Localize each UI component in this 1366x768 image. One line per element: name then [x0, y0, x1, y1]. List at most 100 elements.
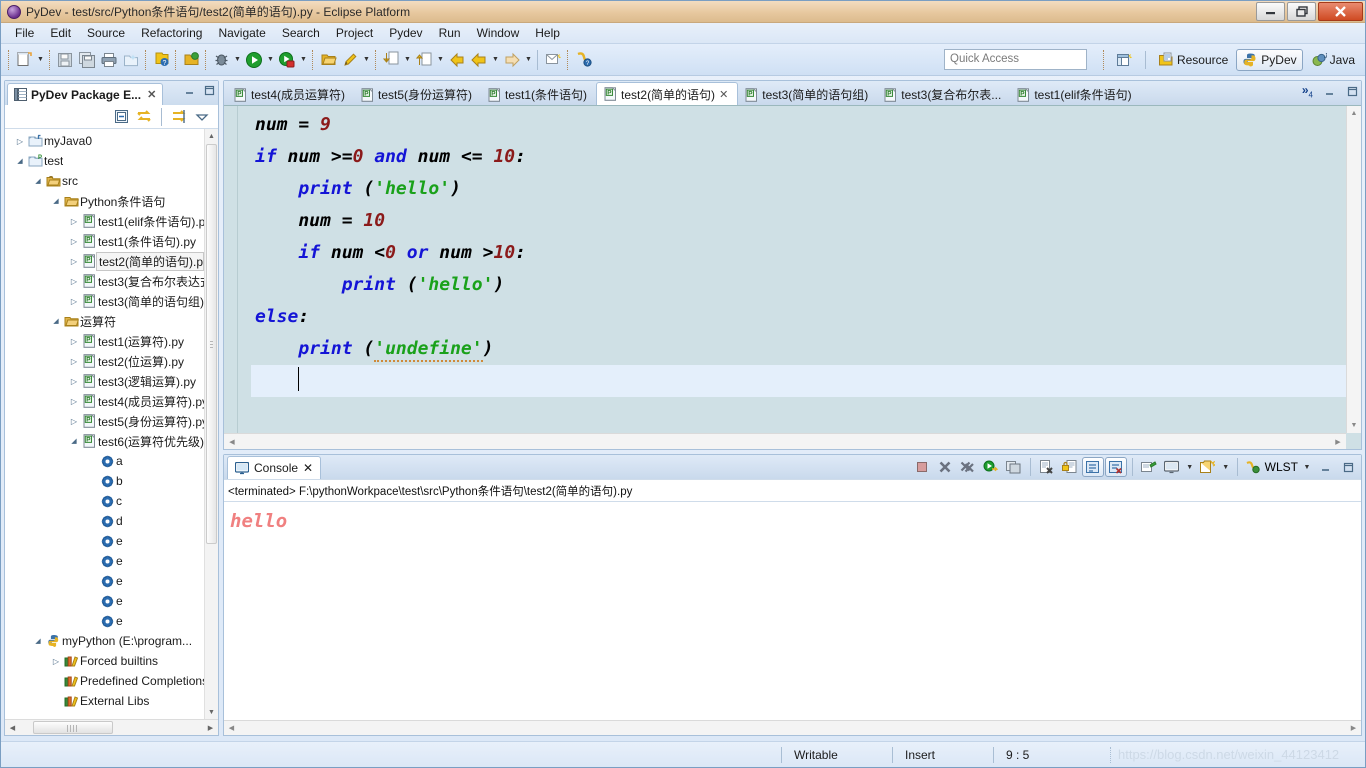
save-icon[interactable] — [54, 49, 76, 71]
tree-item[interactable]: ▷ Ptest5(身份运算符).py — [5, 411, 204, 431]
pencil-dropdown-arrow[interactable]: ▼ — [361, 49, 372, 71]
tree-item[interactable]: ▷ Ptest3(复合布尔表达式).py — [5, 271, 204, 291]
remove-launch-icon[interactable] — [934, 457, 956, 477]
tree-item[interactable]: External Libs — [5, 691, 204, 711]
scroll-right-arrow[interactable]: ▶ — [1346, 724, 1361, 732]
open-type-icon[interactable] — [180, 49, 202, 71]
tab-console[interactable]: Console ✕ — [227, 456, 322, 479]
tree-item[interactable]: ▷ Ptest1(elif条件语句).py — [5, 211, 204, 231]
menu-refactoring[interactable]: Refactoring — [133, 24, 210, 42]
previous-annotation-dropdown-arrow[interactable]: ▼ — [435, 49, 446, 71]
editor-tab[interactable]: Ptest3(简单的语句组) — [738, 84, 877, 105]
maximize-icon[interactable] — [1337, 457, 1359, 477]
chevron-down-icon[interactable]: ◢ — [31, 177, 45, 185]
pencil-icon[interactable] — [339, 49, 361, 71]
tree-item[interactable]: b — [5, 471, 204, 491]
menu-navigate[interactable]: Navigate — [210, 24, 273, 42]
tab-pydev-package-explorer[interactable]: PyDev Package E... ✕ — [7, 83, 164, 105]
tree-item[interactable]: e — [5, 591, 204, 611]
scroll-down-arrow[interactable]: ▼ — [1347, 418, 1361, 433]
menu-pydev[interactable]: Pydev — [381, 24, 430, 42]
tree-item[interactable]: ▷ Ptest2(简单的语句).py — [5, 251, 204, 271]
editor-horizontal-scrollbar[interactable]: ◀ ▶ — [224, 433, 1346, 449]
forward-dropdown-arrow[interactable]: ▼ — [523, 49, 534, 71]
chevron-right-icon[interactable]: ▷ — [67, 297, 81, 306]
menu-edit[interactable]: Edit — [42, 24, 79, 42]
code-line[interactable]: num = 9 — [251, 109, 1361, 141]
chevron-down-icon[interactable]: ◢ — [49, 197, 63, 205]
minimize-icon[interactable] — [183, 84, 195, 96]
back-dropdown-arrow[interactable]: ▼ — [490, 49, 501, 71]
code-line[interactable]: if num >=0 and num <= 10: — [251, 141, 1361, 173]
tree-item[interactable]: Predefined Completions — [5, 671, 204, 691]
new-wizard-dropdown-arrow[interactable]: ▼ — [35, 49, 46, 71]
debug-dropdown-arrow[interactable]: ▼ — [232, 49, 243, 71]
tree-item[interactable]: a — [5, 451, 204, 471]
scroll-left-arrow[interactable]: ◀ — [224, 724, 239, 732]
maximize-icon[interactable] — [203, 84, 215, 96]
editor-tab[interactable]: Ptest1(elif条件语句) — [1010, 84, 1140, 105]
scroll-down-arrow[interactable]: ▼ — [205, 705, 218, 719]
editor-folding-ruler[interactable] — [238, 106, 251, 449]
open-console-dropdown-arrow[interactable]: ▼ — [1220, 457, 1232, 477]
debug-icon[interactable] — [210, 49, 232, 71]
menu-file[interactable]: File — [7, 24, 42, 42]
quick-access-input[interactable]: Quick Access — [944, 49, 1087, 70]
tree-item[interactable]: ◢ src — [5, 171, 204, 191]
chevron-right-icon[interactable]: ▷ — [67, 277, 81, 286]
back-icon[interactable] — [446, 49, 468, 71]
close-button[interactable] — [1318, 2, 1363, 21]
code-line[interactable]: print ('hello') — [251, 269, 1361, 301]
new-wizard-icon[interactable] — [13, 49, 35, 71]
tree-item[interactable]: ▷ Ptest3(逻辑运算).py — [5, 371, 204, 391]
scroll-lock-icon[interactable] — [1059, 457, 1081, 477]
remove-all-terminated-icon[interactable] — [957, 457, 979, 477]
console-output-area[interactable]: hello ◀ ▶ — [224, 501, 1361, 735]
tree-item[interactable]: c — [5, 491, 204, 511]
console-horizontal-scrollbar[interactable]: ◀ ▶ — [224, 720, 1361, 735]
tree-item[interactable]: e — [5, 611, 204, 631]
hscroll-thumb[interactable] — [33, 721, 113, 734]
menu-search[interactable]: Search — [274, 24, 328, 42]
menu-run[interactable]: Run — [431, 24, 469, 42]
tree-item[interactable]: d — [5, 511, 204, 531]
scroll-thumb[interactable] — [206, 144, 217, 544]
chevron-right-icon[interactable]: ▷ — [13, 137, 27, 146]
tree-item[interactable]: ▷ Ptest1(条件语句).py — [5, 231, 204, 251]
chevron-right-icon[interactable]: ▷ — [67, 237, 81, 246]
show-console-on-output-icon[interactable] — [1104, 457, 1127, 477]
run-dropdown-arrow[interactable]: ▼ — [265, 49, 276, 71]
chevron-right-icon[interactable]: ▷ — [67, 357, 81, 366]
scroll-left-arrow[interactable]: ◀ — [224, 438, 240, 446]
minimize-button[interactable] — [1256, 2, 1285, 21]
tree-item[interactable]: ▷ Ptest4(成员运算符).py — [5, 391, 204, 411]
chevron-down-icon[interactable]: ◢ — [31, 637, 45, 645]
editor-tab-active[interactable]: Ptest2(简单的语句) ✕ — [596, 82, 739, 105]
next-annotation-dropdown-arrow[interactable]: ▼ — [402, 49, 413, 71]
menu-project[interactable]: Project — [328, 24, 381, 42]
scroll-left-arrow[interactable]: ◀ — [5, 724, 20, 732]
code-line[interactable]: print ('hello') — [251, 173, 1361, 205]
wlst-dropdown-arrow[interactable]: ▼ — [1301, 457, 1313, 477]
relaunch-icon[interactable] — [980, 457, 1002, 477]
tree-item[interactable]: e — [5, 571, 204, 591]
tree-item[interactable]: e — [5, 531, 204, 551]
perspective-pydev[interactable]: PyDev — [1236, 49, 1303, 71]
chevron-down-icon[interactable]: ◢ — [67, 437, 81, 445]
minimize-icon[interactable] — [1323, 85, 1336, 98]
editor-tab[interactable]: Ptest4(成员运算符) — [227, 84, 354, 105]
chevron-right-icon[interactable]: ▷ — [67, 417, 81, 426]
chevron-down-icon[interactable]: ◢ — [49, 317, 63, 325]
tree-item[interactable]: ▷ myJava0 — [5, 131, 204, 151]
forward-nav-icon[interactable] — [468, 49, 490, 71]
tree-item[interactable]: ◢ 运算符 — [5, 311, 204, 331]
editor-tab-overflow[interactable]: »4 — [1302, 83, 1313, 99]
perspective-resource[interactable]: Resource — [1152, 49, 1234, 71]
chevron-right-icon[interactable]: ▷ — [67, 337, 81, 346]
focus-on-active-task-icon[interactable] — [169, 107, 189, 127]
code-editor[interactable]: num = 9 if num >=0 and num <= 10: print (… — [251, 106, 1361, 449]
clear-console-icon[interactable] — [1036, 457, 1058, 477]
editor-tab[interactable]: Ptest5(身份运算符) — [354, 84, 481, 105]
open-perspective-button[interactable] — [1110, 49, 1139, 71]
collapse-all-icon[interactable] — [111, 107, 131, 127]
